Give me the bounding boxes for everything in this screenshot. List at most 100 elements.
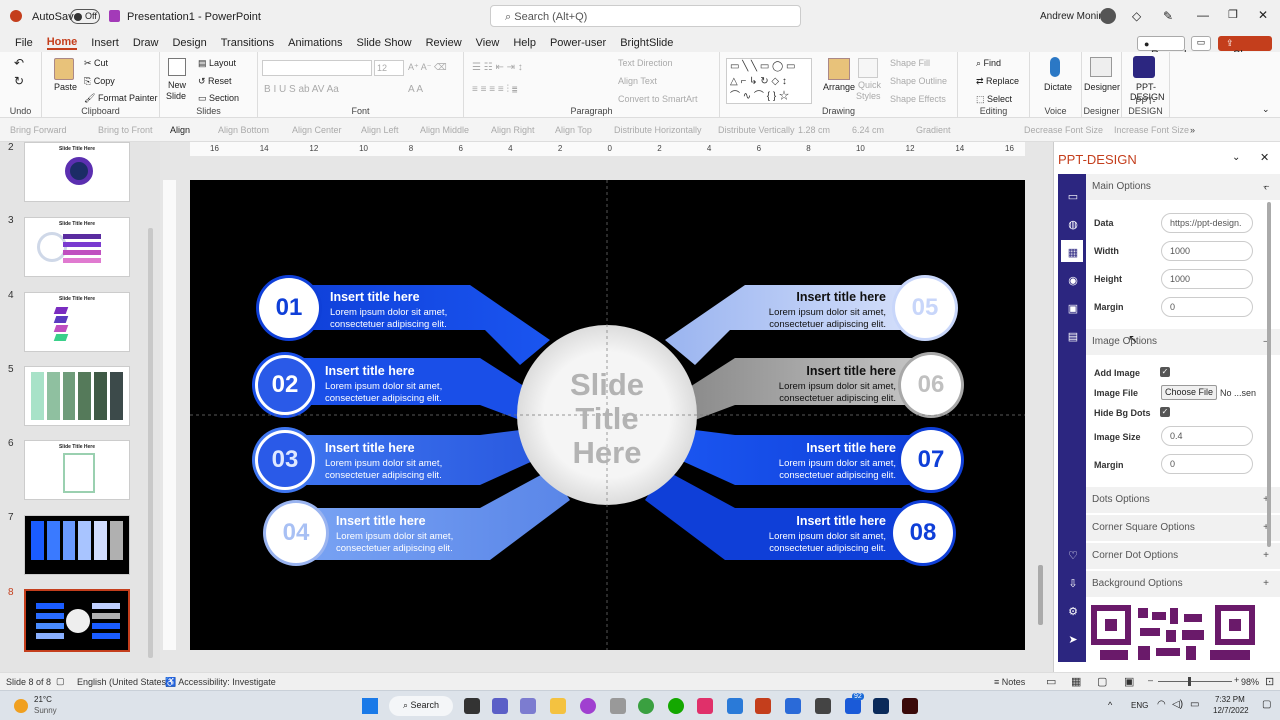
tab-animations[interactable]: Animations xyxy=(288,37,342,49)
diamond-icon[interactable]: ◇ xyxy=(1132,9,1141,23)
designer-button[interactable]: Designer xyxy=(1084,82,1120,92)
redo-icon[interactable]: ↻ xyxy=(14,74,24,88)
font-format-icons[interactable]: B I U S ab AV Aa xyxy=(264,84,339,95)
microphone-icon[interactable] xyxy=(1050,57,1060,77)
item-title-07[interactable]: Insert title here xyxy=(806,441,896,455)
teams-icon[interactable] xyxy=(492,698,508,714)
tab-insert[interactable]: Insert xyxy=(91,37,119,49)
clock-time[interactable]: 7:32 PM xyxy=(1215,695,1245,704)
item-title-04[interactable]: Insert title here xyxy=(336,514,426,528)
shape-effects-button[interactable]: Shape Effects xyxy=(890,94,946,104)
app-icon[interactable] xyxy=(815,698,831,714)
tab-brightslide[interactable]: BrightSlide xyxy=(620,37,673,49)
slide-thumbnail-5[interactable] xyxy=(24,366,130,426)
item-title-08[interactable]: Insert title here xyxy=(796,514,886,528)
language-indicator[interactable]: ENG xyxy=(1131,701,1148,710)
reading-view-icon[interactable]: ▢ xyxy=(1097,675,1107,688)
zoom-out-icon[interactable]: – xyxy=(1148,675,1153,685)
notes-button[interactable]: ≡ Notes xyxy=(994,677,1025,687)
normal-view-icon[interactable]: ▭ xyxy=(1046,675,1056,688)
panel-close-icon[interactable]: ✕ xyxy=(1260,151,1269,164)
snipping-tool-icon[interactable] xyxy=(610,698,626,714)
new-slide-button[interactable]: New xyxy=(168,80,186,90)
image-options-header[interactable]: Image Options– xyxy=(1086,329,1280,355)
item-body-08[interactable]: Lorem ipsum dolor sit amet, consectetuer … xyxy=(769,531,886,555)
item-number-01[interactable]: 01 xyxy=(259,278,319,338)
close-icon[interactable]: ✕ xyxy=(1258,8,1268,22)
tab-home[interactable]: Home xyxy=(46,36,78,50)
collapse-ribbon-icon[interactable]: ⌄ xyxy=(1262,104,1270,115)
increase-font-button[interactable]: Increase Font Size xyxy=(1114,125,1189,135)
distribute-horizontally-button[interactable]: Distribute Horizontally xyxy=(614,125,702,135)
reset-button[interactable]: ↺ Reset xyxy=(198,76,232,87)
tab-power-user[interactable]: Power-user xyxy=(550,37,606,49)
choose-file-button[interactable]: Choose File xyxy=(1161,385,1217,400)
add-image-checkbox[interactable]: ✓ xyxy=(1160,367,1170,377)
slide-thumbnail-4[interactable]: Slide Title Here xyxy=(24,292,130,352)
height-input[interactable]: 1000 xyxy=(1161,269,1253,289)
tab-file[interactable]: File xyxy=(15,37,33,49)
tab-slide-show[interactable]: Slide Show xyxy=(357,37,412,49)
ppt-design-icon[interactable] xyxy=(1133,56,1155,78)
zoom-level[interactable]: 98% xyxy=(1241,677,1259,687)
item-title-05[interactable]: Insert title here xyxy=(796,290,886,304)
thumbs-scrollbar[interactable] xyxy=(148,228,153,658)
spellcheck-icon[interactable]: ▢ xyxy=(56,676,65,687)
tab-draw[interactable]: Draw xyxy=(133,37,159,49)
panel-options-icon[interactable]: ⌄ xyxy=(1232,152,1240,163)
font-size-select[interactable]: 12 xyxy=(374,60,404,76)
list-icons[interactable]: ☰ ☷ ⇤ ⇥ ↕ xyxy=(472,62,523,73)
chat-icon[interactable] xyxy=(520,698,536,714)
slack-icon[interactable] xyxy=(697,698,713,714)
item-number-05[interactable]: 05 xyxy=(895,278,955,338)
format-painter-button[interactable]: 🖌 Format Painter xyxy=(84,93,157,104)
save-icon[interactable] xyxy=(109,10,120,22)
item-number-02[interactable]: 02 xyxy=(255,355,315,415)
height-input[interactable]: 6.24 cm xyxy=(852,125,884,135)
corner-square-options-header[interactable]: Corner Square Options+ xyxy=(1086,515,1280,541)
tray-chevron-icon[interactable]: ^ xyxy=(1108,700,1112,710)
gradient-button[interactable]: Gradient xyxy=(916,125,951,135)
tab-view[interactable]: View xyxy=(476,37,500,49)
photoshop-icon[interactable] xyxy=(873,698,889,714)
upwork-icon[interactable] xyxy=(668,698,684,714)
shapes-gallery[interactable]: ▭ ╲ ╲ ▭ ◯ ▭ △ ⌐ ↳ ↻ ◇ ↕ ⌒ ∿ ⌒ { } ☆ xyxy=(726,58,812,104)
chrome-icon[interactable] xyxy=(638,698,654,714)
new-slide-icon[interactable] xyxy=(168,58,186,76)
avatar[interactable] xyxy=(1100,8,1116,24)
volume-icon[interactable]: ◁) xyxy=(1172,699,1183,710)
item-number-03[interactable]: 03 xyxy=(255,430,315,490)
messenger-icon[interactable] xyxy=(580,698,596,714)
align-center-button[interactable]: Align Center xyxy=(292,125,342,135)
section-button[interactable]: ▭ Section xyxy=(198,93,239,104)
quick-styles-icon[interactable] xyxy=(858,58,878,78)
undo-icon[interactable]: ↶ xyxy=(14,56,24,70)
paste-button[interactable]: Paste xyxy=(54,82,77,92)
align-top-button[interactable]: Align Top xyxy=(555,125,592,135)
paste-icon[interactable] xyxy=(54,58,74,80)
monitor-icon[interactable]: ▭ xyxy=(1066,191,1080,203)
shape-outline-button[interactable]: Shape Outline xyxy=(890,76,947,86)
notifications-icon[interactable]: ▢ xyxy=(1262,699,1271,710)
autosave-toggle[interactable]: Off xyxy=(70,9,100,24)
more-icon[interactable]: » xyxy=(1190,125,1195,135)
item-number-06[interactable]: 06 xyxy=(901,355,961,415)
text-direction-button[interactable]: Text Direction xyxy=(618,58,673,68)
item-body-05[interactable]: Lorem ipsum dolor sit amet, consectetuer … xyxy=(769,307,886,331)
item-body-01[interactable]: Lorem ipsum dolor sit amet, consectetuer … xyxy=(330,307,447,331)
search-box[interactable]: ⌕ Search (Alt+Q) xyxy=(490,5,801,27)
shape-fill-button[interactable]: Shape Fill xyxy=(890,58,930,68)
palette-icon[interactable]: ◍ xyxy=(1066,219,1080,231)
align-left-button[interactable]: Align Left xyxy=(361,125,399,135)
file-explorer-icon[interactable] xyxy=(550,698,566,714)
taskbar-search[interactable]: ⌕ Search xyxy=(389,696,453,716)
clock-date[interactable]: 12/7/2022 xyxy=(1213,706,1249,715)
item-title-01[interactable]: Insert title here xyxy=(330,290,420,304)
task-view-icon[interactable] xyxy=(464,698,480,714)
corner-dot-options-header[interactable]: Corner Dot Options + xyxy=(1086,543,1280,569)
word-icon[interactable] xyxy=(845,698,861,714)
layout-button[interactable]: ▤ Layout xyxy=(198,58,236,69)
tab-transitions[interactable]: Transitions xyxy=(221,37,274,49)
item-number-04[interactable]: 04 xyxy=(266,503,326,563)
width-input[interactable]: 1000 xyxy=(1161,241,1253,261)
